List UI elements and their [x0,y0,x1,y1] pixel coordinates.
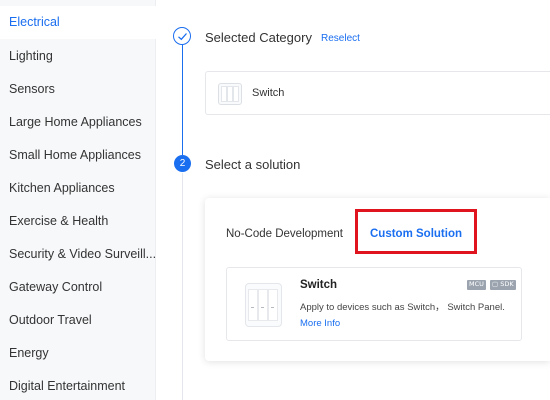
step-connector-line [182,45,183,155]
switch-icon [245,283,282,327]
sidebar-item-small-home-appliances[interactable]: Small Home Appliances [0,139,156,172]
step-2-title: Select a solution [205,157,301,172]
solution-card-description: Apply to devices such as Switch， Switch … [300,302,505,313]
sidebar-item-large-home-appliances[interactable]: Large Home Appliances [0,106,156,139]
selected-category-card: Switch [205,71,550,115]
selected-category-label: Switch [252,87,285,99]
sidebar-item-sensors[interactable]: Sensors [0,73,156,106]
sidebar-item-lighting[interactable]: Lighting [0,40,156,73]
sidebar-item-energy[interactable]: Energy [0,337,156,370]
sidebar-item-exercise-health[interactable]: Exercise & Health [0,205,156,238]
step-2-number: 2 [174,155,191,172]
solution-panel: No-Code Development Custom Solution Swit… [205,198,550,361]
step-1-title: Selected Category [205,30,312,45]
step-connector-line-pending [182,173,183,400]
switch-icon [218,83,242,105]
sidebar-item-gateway-control[interactable]: Gateway Control [0,271,156,304]
mcu-badge: MCU [467,280,486,290]
sidebar-item-electrical[interactable]: Electrical [0,6,156,39]
sidebar-item-digital-entertainment[interactable]: Digital Entertainment [0,370,156,400]
category-sidebar: Electrical Lighting Sensors Large Home A… [0,0,156,400]
more-info-link[interactable]: More Info [300,318,340,329]
sidebar-item-security-video[interactable]: Security & Video Surveill... [0,238,156,271]
sidebar-item-kitchen-appliances[interactable]: Kitchen Appliances [0,172,156,205]
sdk-badge: ▢ SDK [490,280,516,290]
check-icon [173,27,191,45]
tab-no-code-development[interactable]: No-Code Development [226,228,343,240]
solution-card-title: Switch [300,279,338,291]
main-content: Selected Category Reselect Switch 2 Sele… [157,0,550,400]
solution-card-switch[interactable]: Switch MCU ▢ SDK Apply to devices such a… [226,267,522,341]
highlight-annotation-box [355,209,477,254]
reselect-link[interactable]: Reselect [321,33,360,44]
sidebar-item-outdoor-travel[interactable]: Outdoor Travel [0,304,156,337]
